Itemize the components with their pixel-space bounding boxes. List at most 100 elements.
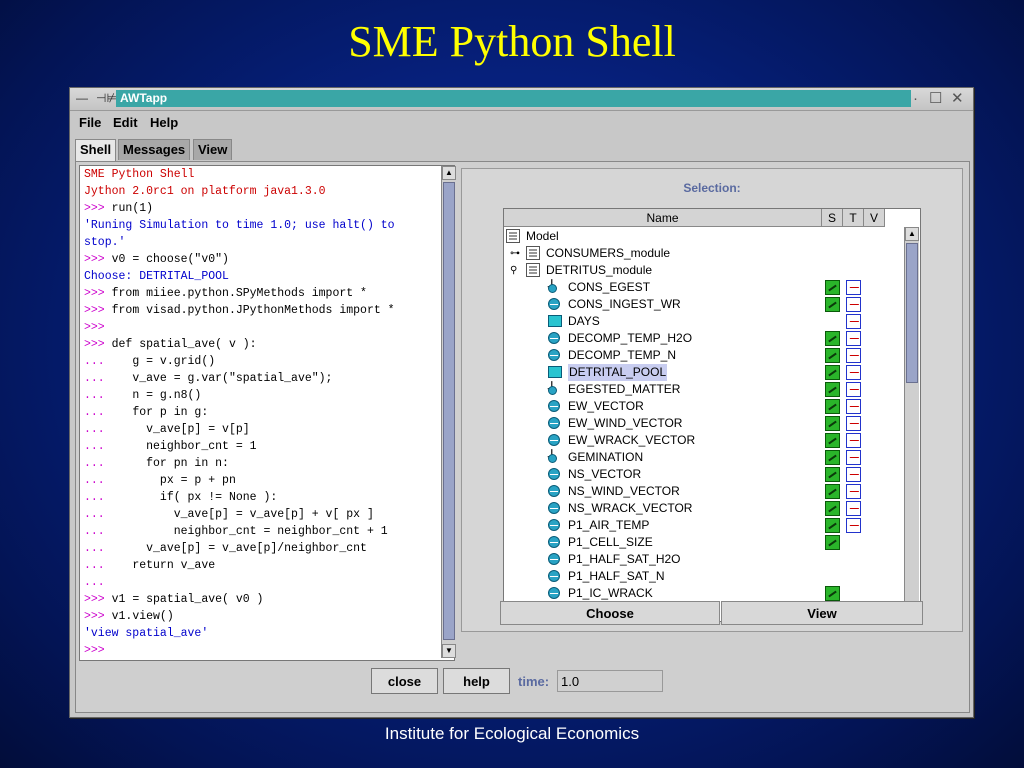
time-series-icon[interactable] bbox=[846, 501, 861, 516]
stock-icon bbox=[548, 366, 562, 378]
tree-scroll-thumb[interactable] bbox=[906, 243, 918, 383]
shell-line: SME Python Shell bbox=[84, 168, 195, 181]
spatial-view-icon[interactable] bbox=[825, 535, 840, 550]
shell-line: ... for p in g: bbox=[84, 406, 209, 419]
tab-view[interactable]: View bbox=[193, 139, 233, 160]
time-series-icon[interactable] bbox=[846, 518, 861, 533]
tab-shell[interactable]: Shell bbox=[75, 139, 117, 162]
shell-line: ... return v_ave bbox=[84, 559, 216, 572]
help-button[interactable]: help bbox=[443, 668, 510, 694]
time-series-icon[interactable] bbox=[846, 433, 861, 448]
tree-row[interactable]: P1_HALF_SAT_H2O bbox=[504, 551, 902, 568]
tree-item-label: P1_CELL_SIZE bbox=[568, 535, 653, 549]
scroll-up-icon[interactable]: ▲ bbox=[905, 227, 919, 241]
spatial-view-icon[interactable] bbox=[825, 467, 840, 482]
time-series-icon[interactable] bbox=[846, 467, 861, 482]
spatial-view-icon[interactable] bbox=[825, 399, 840, 414]
spatial-view-icon[interactable] bbox=[825, 586, 840, 601]
column-header-t[interactable]: T bbox=[843, 209, 864, 227]
shell-line: >>> bbox=[84, 644, 105, 657]
tree-row[interactable]: ⊥GEMINATION bbox=[504, 449, 902, 466]
tree-row[interactable]: DECOMP_TEMP_H2O bbox=[504, 330, 902, 347]
shell-line: ... v_ave[p] = v[p] bbox=[84, 423, 250, 436]
spatial-view-icon[interactable] bbox=[825, 416, 840, 431]
menu-help[interactable]: Help bbox=[150, 115, 178, 130]
close-window-button[interactable]: ✕ bbox=[951, 90, 964, 108]
tree-row[interactable]: P1_HALF_SAT_N bbox=[504, 568, 902, 585]
spatial-view-icon[interactable] bbox=[825, 382, 840, 397]
tree-item-label: DETRITAL_POOL bbox=[568, 364, 668, 381]
time-series-icon[interactable] bbox=[846, 331, 861, 346]
choose-button[interactable]: Choose bbox=[500, 601, 720, 625]
tab-messages[interactable]: Messages bbox=[118, 139, 191, 160]
minimize-button[interactable]: · bbox=[913, 90, 918, 108]
maximize-button[interactable]: ☐ bbox=[929, 90, 942, 108]
spatial-view-icon[interactable] bbox=[825, 297, 840, 312]
tree-row[interactable]: NS_VECTOR bbox=[504, 466, 902, 483]
close-button[interactable]: close bbox=[371, 668, 438, 694]
scroll-up-icon[interactable]: ▲ bbox=[442, 166, 456, 180]
tree-item-label: DECOMP_TEMP_H2O bbox=[568, 331, 693, 345]
column-header-s[interactable]: S bbox=[822, 209, 843, 227]
tree-row[interactable]: NS_WIND_VECTOR bbox=[504, 483, 902, 500]
spatial-view-icon[interactable] bbox=[825, 365, 840, 380]
variable-icon bbox=[548, 417, 560, 429]
time-series-icon[interactable] bbox=[846, 416, 861, 431]
spatial-view-icon[interactable] bbox=[825, 484, 840, 499]
tree-row[interactable]: NS_WRACK_VECTOR bbox=[504, 500, 902, 517]
time-series-icon[interactable] bbox=[846, 314, 861, 329]
scroll-down-icon[interactable]: ▼ bbox=[442, 644, 456, 658]
tree-row[interactable]: ⊥CONS_EGEST bbox=[504, 279, 902, 296]
time-field[interactable]: 1.0 bbox=[557, 670, 663, 692]
tree-row[interactable]: P1_IC_WRACK bbox=[504, 585, 902, 602]
pin-icon[interactable]: ⊣⊭ bbox=[96, 91, 117, 105]
time-series-icon[interactable] bbox=[846, 348, 861, 363]
tree-row[interactable]: CONS_INGEST_WR bbox=[504, 296, 902, 313]
tree-row[interactable]: EW_WIND_VECTOR bbox=[504, 415, 902, 432]
tree-row[interactable]: DETRITAL_POOL bbox=[504, 364, 902, 381]
time-series-icon[interactable] bbox=[846, 297, 861, 312]
tree-item-label: NS_WRACK_VECTOR bbox=[568, 501, 693, 515]
time-series-icon[interactable] bbox=[846, 484, 861, 499]
view-button[interactable]: View bbox=[721, 601, 923, 625]
tree-row[interactable]: EW_WRACK_VECTOR bbox=[504, 432, 902, 449]
tree-row[interactable]: ⚲ DETRITUS_module bbox=[504, 262, 902, 279]
column-header-name[interactable]: Name bbox=[504, 209, 822, 227]
tree-row[interactable]: DECOMP_TEMP_N bbox=[504, 347, 902, 364]
spatial-view-icon[interactable] bbox=[825, 280, 840, 295]
tree-row[interactable]: Model bbox=[504, 228, 902, 245]
tree-row[interactable]: P1_CELL_SIZE bbox=[504, 534, 902, 551]
spatial-view-icon[interactable] bbox=[825, 331, 840, 346]
tree-row[interactable]: ⊥EGESTED_MATTER bbox=[504, 381, 902, 398]
tree-row[interactable]: P1_AIR_TEMP bbox=[504, 517, 902, 534]
time-series-icon[interactable] bbox=[846, 365, 861, 380]
spatial-view-icon[interactable] bbox=[825, 450, 840, 465]
time-series-icon[interactable] bbox=[846, 399, 861, 414]
tree-row[interactable]: EW_VECTOR bbox=[504, 398, 902, 415]
variable-icon bbox=[548, 434, 560, 446]
menubar: File Edit Help bbox=[70, 111, 973, 135]
shell-console[interactable]: SME Python Shell Jython 2.0rc1 on platfor… bbox=[79, 165, 455, 661]
window-titlebar[interactable]: — ⊣⊭ AWTapp · ☐ ✕ bbox=[70, 88, 973, 111]
spatial-view-icon[interactable] bbox=[825, 348, 840, 363]
time-series-icon[interactable] bbox=[846, 280, 861, 295]
column-header-v[interactable]: V bbox=[864, 209, 885, 227]
spatial-view-icon[interactable] bbox=[825, 518, 840, 533]
window-menu-icon[interactable]: — bbox=[76, 91, 88, 105]
menu-edit[interactable]: Edit bbox=[113, 115, 138, 130]
model-tree[interactable]: Name S T V Model ⊶ CONSUMERS_module ⚲ DETRIT… bbox=[503, 208, 921, 622]
shell-scroll-thumb[interactable] bbox=[443, 182, 455, 640]
menu-file[interactable]: File bbox=[79, 115, 101, 130]
spatial-view-icon[interactable] bbox=[825, 501, 840, 516]
expanded-handle-icon[interactable]: ⚲ bbox=[510, 262, 517, 279]
shell-scrollbar[interactable]: ▲ ▼ bbox=[441, 166, 456, 658]
time-series-icon[interactable] bbox=[846, 382, 861, 397]
time-series-icon[interactable] bbox=[846, 450, 861, 465]
tree-scrollbar[interactable]: ▲ ▼ bbox=[904, 227, 919, 620]
collapsed-handle-icon[interactable]: ⊶ bbox=[510, 245, 520, 262]
slide-title: SME Python Shell bbox=[348, 17, 676, 66]
tree-row[interactable]: ⊶ CONSUMERS_module bbox=[504, 245, 902, 262]
tree-row[interactable]: DAYS bbox=[504, 313, 902, 330]
spatial-view-icon[interactable] bbox=[825, 433, 840, 448]
tree-item-label: CONSUMERS_module bbox=[546, 246, 671, 260]
